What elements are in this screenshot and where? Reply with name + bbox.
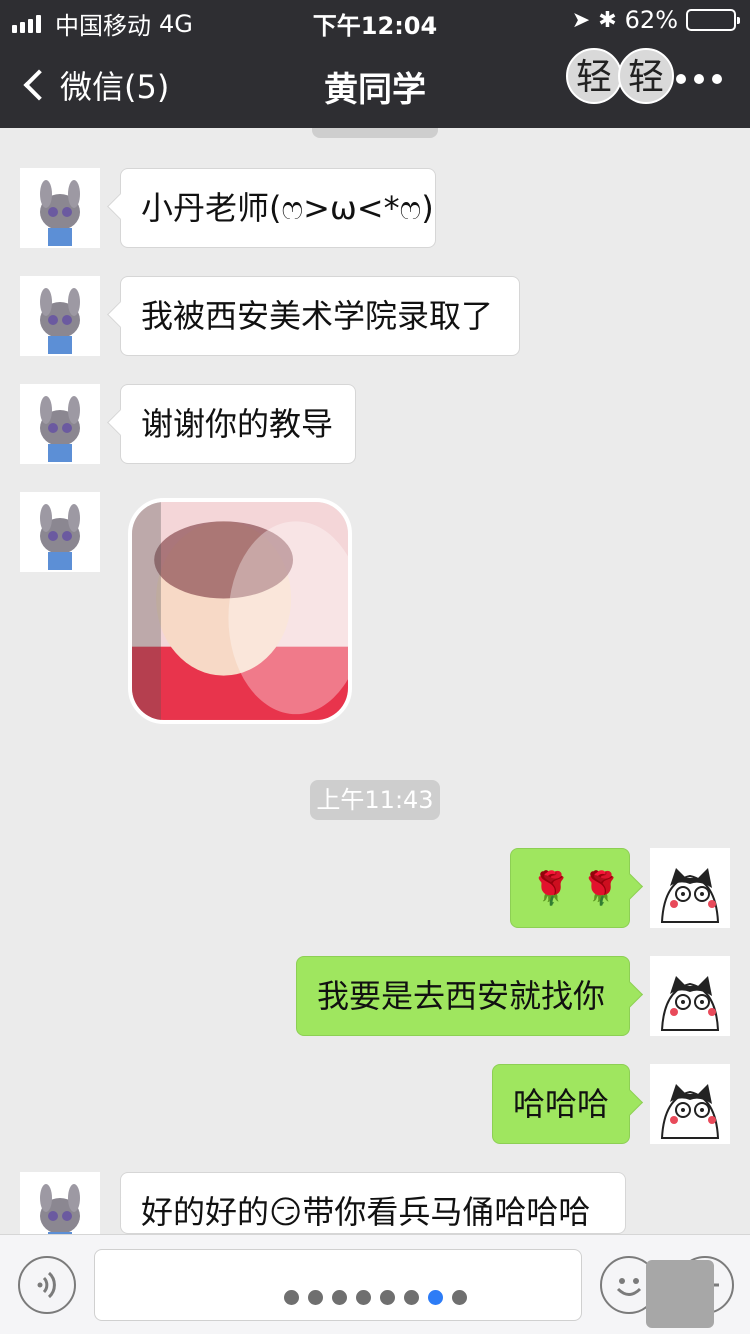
outgoing-message[interactable]: 哈哈哈 (492, 1064, 630, 1144)
my-avatar[interactable] (650, 956, 730, 1036)
contact-avatar[interactable] (20, 1172, 100, 1234)
image-message[interactable] (128, 498, 352, 724)
input-toolbar (0, 1234, 750, 1334)
page-dot[interactable] (332, 1290, 347, 1305)
page-dot[interactable] (284, 1290, 299, 1305)
battery-icon (686, 9, 740, 31)
incoming-message[interactable]: 小丹老师(ෆ>ω<*ෆ) (120, 168, 436, 248)
contact-avatar[interactable] (20, 384, 100, 464)
chat-header: 微信(5) 黄同学 轻 轻 (0, 40, 750, 128)
previous-timestamp-stub (312, 128, 438, 138)
page-dot[interactable] (404, 1290, 419, 1305)
status-bar: 中国移动 4G 下午12:04 ➤ ✱ 62% (0, 0, 750, 40)
battery-percent: 62% (624, 6, 678, 34)
watermark-char: 轻 (618, 48, 674, 104)
outgoing-message[interactable]: 🌹 🌹 (510, 848, 630, 928)
contact-avatar[interactable] (20, 276, 100, 356)
trash-icon[interactable] (646, 1260, 714, 1328)
message-input[interactable] (94, 1249, 582, 1321)
watermark-char: 轻 (566, 48, 622, 104)
incoming-message[interactable]: 我被西安美术学院录取了 (120, 276, 520, 356)
outgoing-message[interactable]: 我要是去西安就找你 (296, 956, 630, 1036)
voice-icon (37, 1271, 56, 1299)
my-avatar[interactable] (650, 848, 730, 928)
timestamp: 上午11:43 (310, 780, 440, 820)
incoming-message[interactable]: 好的好的😏带你看兵马俑哈哈哈 (120, 1172, 626, 1234)
contact-avatar[interactable] (20, 168, 100, 248)
incoming-message[interactable]: 谢谢你的教导 (120, 384, 356, 464)
my-avatar[interactable] (650, 1064, 730, 1144)
more-button[interactable] (676, 74, 722, 84)
voice-button[interactable] (18, 1256, 76, 1314)
page-dot[interactable] (428, 1290, 443, 1305)
page-dot[interactable] (452, 1290, 467, 1305)
watermark-badge: 轻 轻 (566, 48, 674, 104)
page-dot[interactable] (308, 1290, 323, 1305)
page-dot[interactable] (356, 1290, 371, 1305)
bluetooth-icon: ✱ (598, 7, 617, 33)
page-indicator (284, 1290, 467, 1305)
location-icon: ➤ (571, 7, 591, 33)
contact-avatar[interactable] (20, 492, 100, 572)
page-dot[interactable] (380, 1290, 395, 1305)
